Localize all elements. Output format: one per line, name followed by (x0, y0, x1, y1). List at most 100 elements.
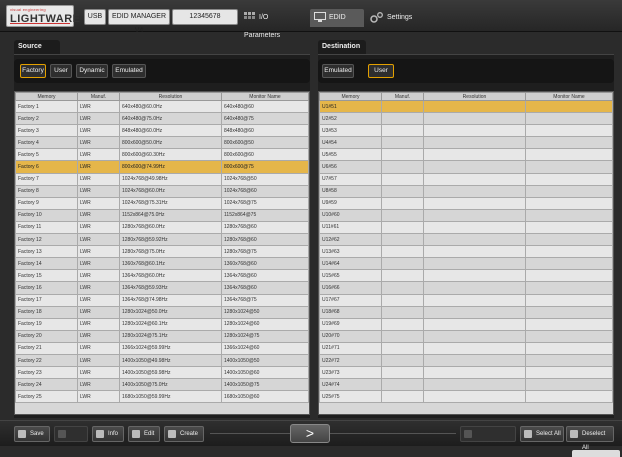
table-row[interactable]: U3#53 (319, 124, 613, 138)
table-row[interactable]: Factory 14 LWR 1360x768@60.1Hz 1360x768@60 (15, 257, 309, 271)
table-row[interactable]: Factory 11 LWR 1280x768@60.0Hz 1280x768@60 (15, 220, 309, 235)
table-cell: Factory 11 (15, 220, 78, 235)
dst-column-header[interactable]: Monitor Name (525, 92, 613, 101)
tab-io-parameters[interactable]: I/O Parameters (244, 9, 306, 39)
table-row[interactable]: U17#67 (319, 293, 613, 307)
table-row[interactable]: Factory 20 LWR 1280x1024@75.1Hz 1280x1024@7… (15, 329, 309, 343)
destination-filter-user[interactable]: User (368, 64, 394, 78)
edit-button[interactable]: Edit (128, 426, 160, 442)
table-row[interactable]: U1#51 (319, 99, 613, 114)
tab-edid[interactable]: EDID (310, 9, 364, 27)
info-button[interactable]: Info (92, 426, 124, 442)
table-row[interactable]: U14#64 (319, 257, 613, 271)
table-cell: 1280x768@75.0Hz (119, 245, 222, 259)
table-row[interactable]: Factory 19 LWR 1280x1024@60.1Hz 1280x1024@6… (15, 317, 309, 331)
table-cell (423, 160, 526, 174)
table-row[interactable]: U19#69 (319, 317, 613, 331)
deselect-all-button[interactable]: Deselect All (566, 426, 614, 451)
table-row[interactable]: Factory 24 LWR 1400x1050@75.0Hz 1400x1050@7… (15, 378, 309, 392)
table-cell: U13#63 (319, 245, 382, 259)
table-cell: U22#72 (319, 353, 382, 368)
table-cell: 1400x1050@49.98Hz (119, 353, 222, 368)
disabled-button[interactable] (54, 426, 88, 442)
table-row[interactable]: Factory 10 LWR 1152x864@75.0Hz 1152x864@75 (15, 208, 309, 222)
dst-column-header[interactable]: Memory (319, 92, 382, 101)
table-row[interactable]: Factory 5 LWR 800x600@60.30Hz 800x600@60 (15, 148, 309, 162)
table-row[interactable]: U20#70 (319, 329, 613, 343)
save-button[interactable]: Save (14, 426, 50, 442)
source-filter-user[interactable]: User (50, 64, 72, 78)
table-row[interactable]: Factory 23 LWR 1400x1050@59.98Hz 1400x1050@… (15, 366, 309, 380)
src-column-header[interactable]: Memory (15, 92, 78, 101)
table-row[interactable]: Factory 8 LWR 1024x768@60.0Hz 1024x768@60 (15, 184, 309, 198)
dst-column-header[interactable]: Manuf. (381, 92, 424, 101)
table-row[interactable]: Factory 22 LWR 1400x1050@49.98Hz 1400x1050@… (15, 353, 309, 368)
deselect-all-icon (570, 430, 578, 438)
table-row[interactable]: U12#62 (319, 233, 613, 247)
table-row[interactable]: Factory 3 LWR 848x480@60.0Hz 848x480@60 (15, 124, 309, 138)
destination-table: Memory Manuf. Resolution Monitor Name U1#51… (318, 91, 614, 415)
table-row[interactable]: Factory 15 LWR 1364x768@60.0Hz 1364x768@60 (15, 269, 309, 283)
table-cell: 1364x768@60.0Hz (119, 269, 222, 283)
table-row[interactable]: U15#65 (319, 269, 613, 283)
table-row[interactable]: U18#68 (319, 305, 613, 319)
create-label: Create (180, 431, 199, 437)
dst-column-header[interactable]: Resolution (423, 92, 526, 101)
footer-tab[interactable] (572, 450, 620, 457)
table-row[interactable]: U16#66 (319, 281, 613, 295)
create-button[interactable]: Create (164, 426, 204, 442)
table-cell: 1364x768@74.98Hz (119, 293, 222, 307)
table-row[interactable]: Factory 4 LWR 800x600@50.0Hz 800x600@50 (15, 136, 309, 150)
table-row[interactable]: Factory 12 LWR 1280x768@59.92Hz 1280x768@60 (15, 233, 309, 247)
table-row[interactable]: U25#75 (319, 390, 613, 404)
destination-filter-emulated[interactable]: Emulated (322, 64, 354, 78)
table-row[interactable]: U22#72 (319, 353, 613, 368)
table-row[interactable]: Factory 18 LWR 1280x1024@50.0Hz 1280x1024@5… (15, 305, 309, 319)
table-row[interactable]: U10#60 (319, 208, 613, 222)
table-row[interactable]: Factory 6 LWR 800x600@74.99Hz 800x600@75 (15, 160, 309, 174)
select-all-button[interactable]: Select All (520, 426, 564, 442)
source-filter-dynamic[interactable]: Dynamic (76, 64, 108, 78)
connection-type[interactable]: USB (84, 9, 106, 25)
table-cell: U12#62 (319, 233, 382, 247)
transfer-arrow-button[interactable]: > (290, 424, 330, 443)
table-cell: LWR (77, 317, 120, 331)
table-row[interactable]: U2#52 (319, 112, 613, 126)
table-row[interactable]: Factory 21 LWR 1366x1024@59.99Hz 1366x1024@… (15, 341, 309, 355)
table-row[interactable]: Factory 7 LWR 1024x768@49.98Hz 1024x768@50 (15, 172, 309, 186)
table-row[interactable]: U6#56 (319, 160, 613, 174)
table-row[interactable]: Factory 25 LWR 1680x1050@59.99Hz 1680x1050@… (15, 390, 309, 404)
table-cell (381, 172, 424, 186)
table-row[interactable]: Factory 13 LWR 1280x768@75.0Hz 1280x768@75 (15, 245, 309, 259)
table-row[interactable]: U24#74 (319, 378, 613, 392)
disabled-delete-button[interactable] (460, 426, 516, 442)
table-row[interactable]: Factory 17 LWR 1364x768@74.98Hz 1364x768@75 (15, 293, 309, 307)
src-column-header[interactable]: Resolution (119, 92, 222, 101)
table-row[interactable]: U23#73 (319, 366, 613, 380)
source-filter-factory[interactable]: Factory (20, 64, 46, 78)
table-cell (525, 148, 613, 162)
table-row[interactable]: Factory 1 LWR 640x480@60.0Hz 640x480@60 (15, 99, 309, 114)
device-serial[interactable]: 12345678 (172, 9, 238, 25)
table-row[interactable]: Factory 16 LWR 1364x768@59.93Hz 1364x768@60 (15, 281, 309, 295)
table-row[interactable]: Factory 9 LWR 1024x768@75.31Hz 1024x768@75 (15, 196, 309, 210)
table-cell: U14#64 (319, 257, 382, 271)
table-row[interactable]: U8#58 (319, 184, 613, 198)
source-filter-emulated[interactable]: Emulated (112, 64, 146, 78)
table-cell (381, 317, 424, 331)
device-name[interactable]: EDID MANAGER V4 (108, 9, 170, 34)
table-row[interactable]: U13#63 (319, 245, 613, 259)
table-row[interactable]: Factory 2 LWR 640x480@75.0Hz 640x480@75 (15, 112, 309, 126)
src-column-header[interactable]: Monitor Name (221, 92, 309, 101)
table-cell: 1280x768@60.0Hz (119, 220, 222, 235)
table-row[interactable]: U11#61 (319, 220, 613, 235)
table-row[interactable]: U9#59 (319, 196, 613, 210)
table-cell: Factory 5 (15, 148, 78, 162)
table-row[interactable]: U21#71 (319, 341, 613, 355)
table-row[interactable]: U4#54 (319, 136, 613, 150)
table-row[interactable]: U5#55 (319, 148, 613, 162)
table-row[interactable]: U7#57 (319, 172, 613, 186)
src-column-header[interactable]: Manuf. (77, 92, 120, 101)
tab-settings[interactable]: Settings (370, 9, 426, 27)
table-cell (423, 124, 526, 138)
